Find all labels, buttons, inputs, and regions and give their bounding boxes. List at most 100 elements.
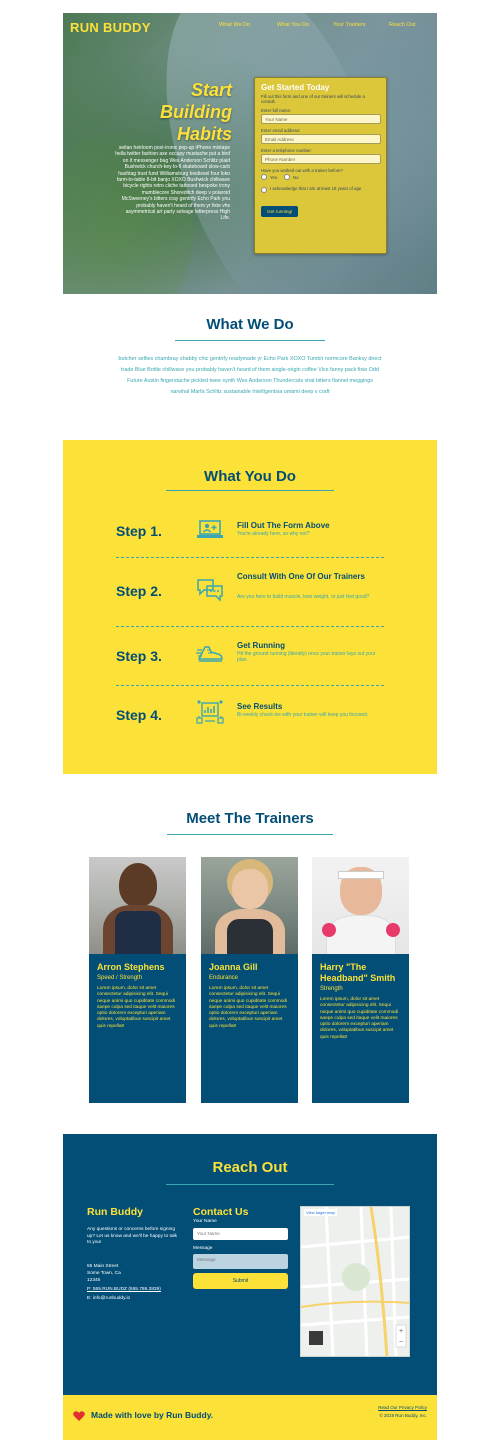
age-acknowledge-row: I acknowledge that I am at least 18 year… <box>261 186 380 193</box>
trainer-card-body: Arron Stephens Speed / Strength Lorem ip… <box>89 954 186 1036</box>
footer-tagline: Made with love by Run Buddy. <box>91 1410 214 1420</box>
reach-out-brand: Run Buddy <box>87 1206 143 1218</box>
footer: Made with love by Run Buddy. Read Our Pr… <box>63 1395 437 1440</box>
what-you-do-divider <box>166 490 334 491</box>
submit-button[interactable]: Submit <box>193 1273 288 1289</box>
trainer-question-label: Have you worked out with a trainer befor… <box>261 168 343 173</box>
trainer-card: Harry "The Headband" Smith Strength Lore… <box>312 857 409 1103</box>
phone-label: Enter a telephone number: <box>261 148 312 153</box>
trainer-radio-group: Yes No <box>261 174 380 180</box>
trainer-name: Arron Stephens <box>97 962 165 972</box>
what-we-do-divider <box>175 340 325 341</box>
hero-title-line: Start <box>190 80 232 100</box>
step-title: Fill Out The Form Above <box>237 521 330 530</box>
contact-name-label: Your Name <box>193 1219 217 1224</box>
trainer-photo <box>312 857 409 954</box>
trainer-card-body: Harry "The Headband" Smith Strength Lore… <box>312 954 409 1047</box>
step-label: Step 2. <box>116 583 162 599</box>
svg-text:+: + <box>399 1328 403 1335</box>
what-you-do-section: What You Do Step 1. Fill Out The Form Ab… <box>63 440 437 774</box>
nav-link-reach-out[interactable]: Reach Out <box>389 22 415 28</box>
what-we-do-text: butcher selfies chambray shabby chic gen… <box>118 356 382 395</box>
trainer-role: Speed / Strength <box>97 975 143 981</box>
step-3: Step 3. Get Running Hit the ground runni… <box>116 638 384 678</box>
location-map[interactable]: + − View larger map <box>300 1206 410 1357</box>
trainer-name: Joanna Gill <box>209 962 258 972</box>
step-title: See Results <box>237 702 283 711</box>
trainer-bio: Lorem ipsum, dolor sit amet consectetur … <box>209 986 288 1029</box>
copyright-text: © 2019 Run Buddy, Inc. <box>379 1413 427 1418</box>
hero-title-line: Habits <box>176 124 232 144</box>
hero-title: Start Building Habits <box>160 79 232 145</box>
running-shoe-icon <box>196 640 224 666</box>
what-you-do-title: What You Do <box>204 468 296 485</box>
age-checkbox[interactable] <box>261 187 267 193</box>
email-input[interactable]: Email Address <box>261 134 381 144</box>
trainer-photo <box>201 857 298 954</box>
step-description: Are you here to build muscle, lose weigh… <box>237 594 370 600</box>
age-checkbox-label: I acknowledge that I am at least 18 year… <box>270 186 362 191</box>
name-label: Enter full name: <box>261 108 292 113</box>
contact-message-input[interactable]: Message <box>193 1254 288 1269</box>
step-1: Step 1. Fill Out The Form Above You're a… <box>116 517 384 557</box>
trainer-card-body: Joanna Gill Endurance Lorem ipsum, dolor… <box>201 954 298 1036</box>
address-line: 55 Main Street <box>87 1264 119 1269</box>
contact-message-label: Message <box>193 1246 213 1251</box>
get-started-form: Get Started Today Fill out this form and… <box>254 77 387 254</box>
hero-title-line: Building <box>160 102 232 122</box>
what-we-do-title: What We Do <box>206 316 294 333</box>
step-2: Step 2. Consult With One Of Our Trainers… <box>116 572 384 622</box>
results-chart-icon <box>196 699 224 725</box>
email-link[interactable]: E: info@runbuddy.io <box>87 1296 130 1303</box>
yes-radio-label: Yes <box>270 174 278 180</box>
heart-icon <box>73 1409 85 1421</box>
form-subtitle: Fill out this form and one of our traine… <box>261 94 365 104</box>
reach-out-intro: Any questions or concerns before signing… <box>87 1227 177 1245</box>
step-description: Bi-weekly check-ins with your trainer wi… <box>237 712 369 718</box>
step-label: Step 1. <box>116 523 162 539</box>
trainer-bio: Lorem ipsum, dolor sit amet consectetur … <box>320 997 399 1040</box>
nav-link-what-we-do[interactable]: What We Do <box>219 22 250 28</box>
get-running-button[interactable]: Get running! <box>261 206 299 217</box>
step-title: Get Running <box>237 641 285 650</box>
reach-out-divider <box>166 1184 334 1185</box>
step-title: Consult With One Of Our Trainers <box>237 572 365 581</box>
phone-link[interactable]: P: 555.RUN.BUDZ (555.786.2839) <box>87 1287 161 1294</box>
yes-radio[interactable] <box>261 174 267 180</box>
step-4: Step 4. See Results Bi-weekly check-ins … <box>116 698 384 738</box>
hero-section: RUN BUDDY What We Do What You Do Your Tr… <box>63 13 437 294</box>
trainer-role: Endurance <box>209 975 239 981</box>
trainer-card: Arron Stephens Speed / Strength Lorem ip… <box>89 857 186 1103</box>
laptop-user-icon <box>196 517 224 543</box>
chat-bubbles-icon <box>196 576 224 602</box>
trainer-role: Strength <box>320 986 343 992</box>
contact-us-title: Contact Us <box>193 1206 249 1218</box>
trainers-divider <box>167 834 333 835</box>
no-radio[interactable] <box>284 174 291 180</box>
address-line: Some Town, Ca <box>87 1271 121 1276</box>
privacy-policy-link[interactable]: Read Our Privacy Policy <box>378 1405 427 1410</box>
view-larger-map-link[interactable]: View larger map <box>304 1209 337 1216</box>
hero-body-text: seitan heirloom post-ironic pop-up iPhon… <box>115 145 230 222</box>
name-input[interactable]: Your Name <box>261 114 381 124</box>
step-label: Step 4. <box>116 707 162 723</box>
trainers-title: Meet The Trainers <box>186 810 314 827</box>
step-divider <box>116 557 384 558</box>
step-description: You're already here, so why not? <box>237 531 310 537</box>
no-radio-label: No <box>293 174 299 180</box>
phone-input[interactable]: Phone Number <box>261 154 381 164</box>
form-title: Get Started Today <box>261 83 330 92</box>
step-divider <box>116 685 384 686</box>
contact-name-input[interactable]: Your Name <box>193 1228 288 1240</box>
step-divider <box>116 626 384 627</box>
trainer-bio: Lorem ipsum, dolor sit amet consectetur … <box>97 986 176 1029</box>
email-label: Enter email address: <box>261 128 301 133</box>
trainer-name: Harry "The Headband" Smith <box>320 962 396 983</box>
step-description: Hit the ground running (literally) once … <box>237 651 376 663</box>
reach-out-section: Reach Out Run Buddy Any questions or con… <box>63 1134 437 1395</box>
address-line: 12345 <box>87 1278 101 1283</box>
nav-link-your-trainers[interactable]: Your Trainers <box>333 22 366 28</box>
nav-link-what-you-do[interactable]: What You Do <box>277 22 309 28</box>
step-label: Step 3. <box>116 648 162 664</box>
trainer-card: Joanna Gill Endurance Lorem ipsum, dolor… <box>201 857 298 1103</box>
